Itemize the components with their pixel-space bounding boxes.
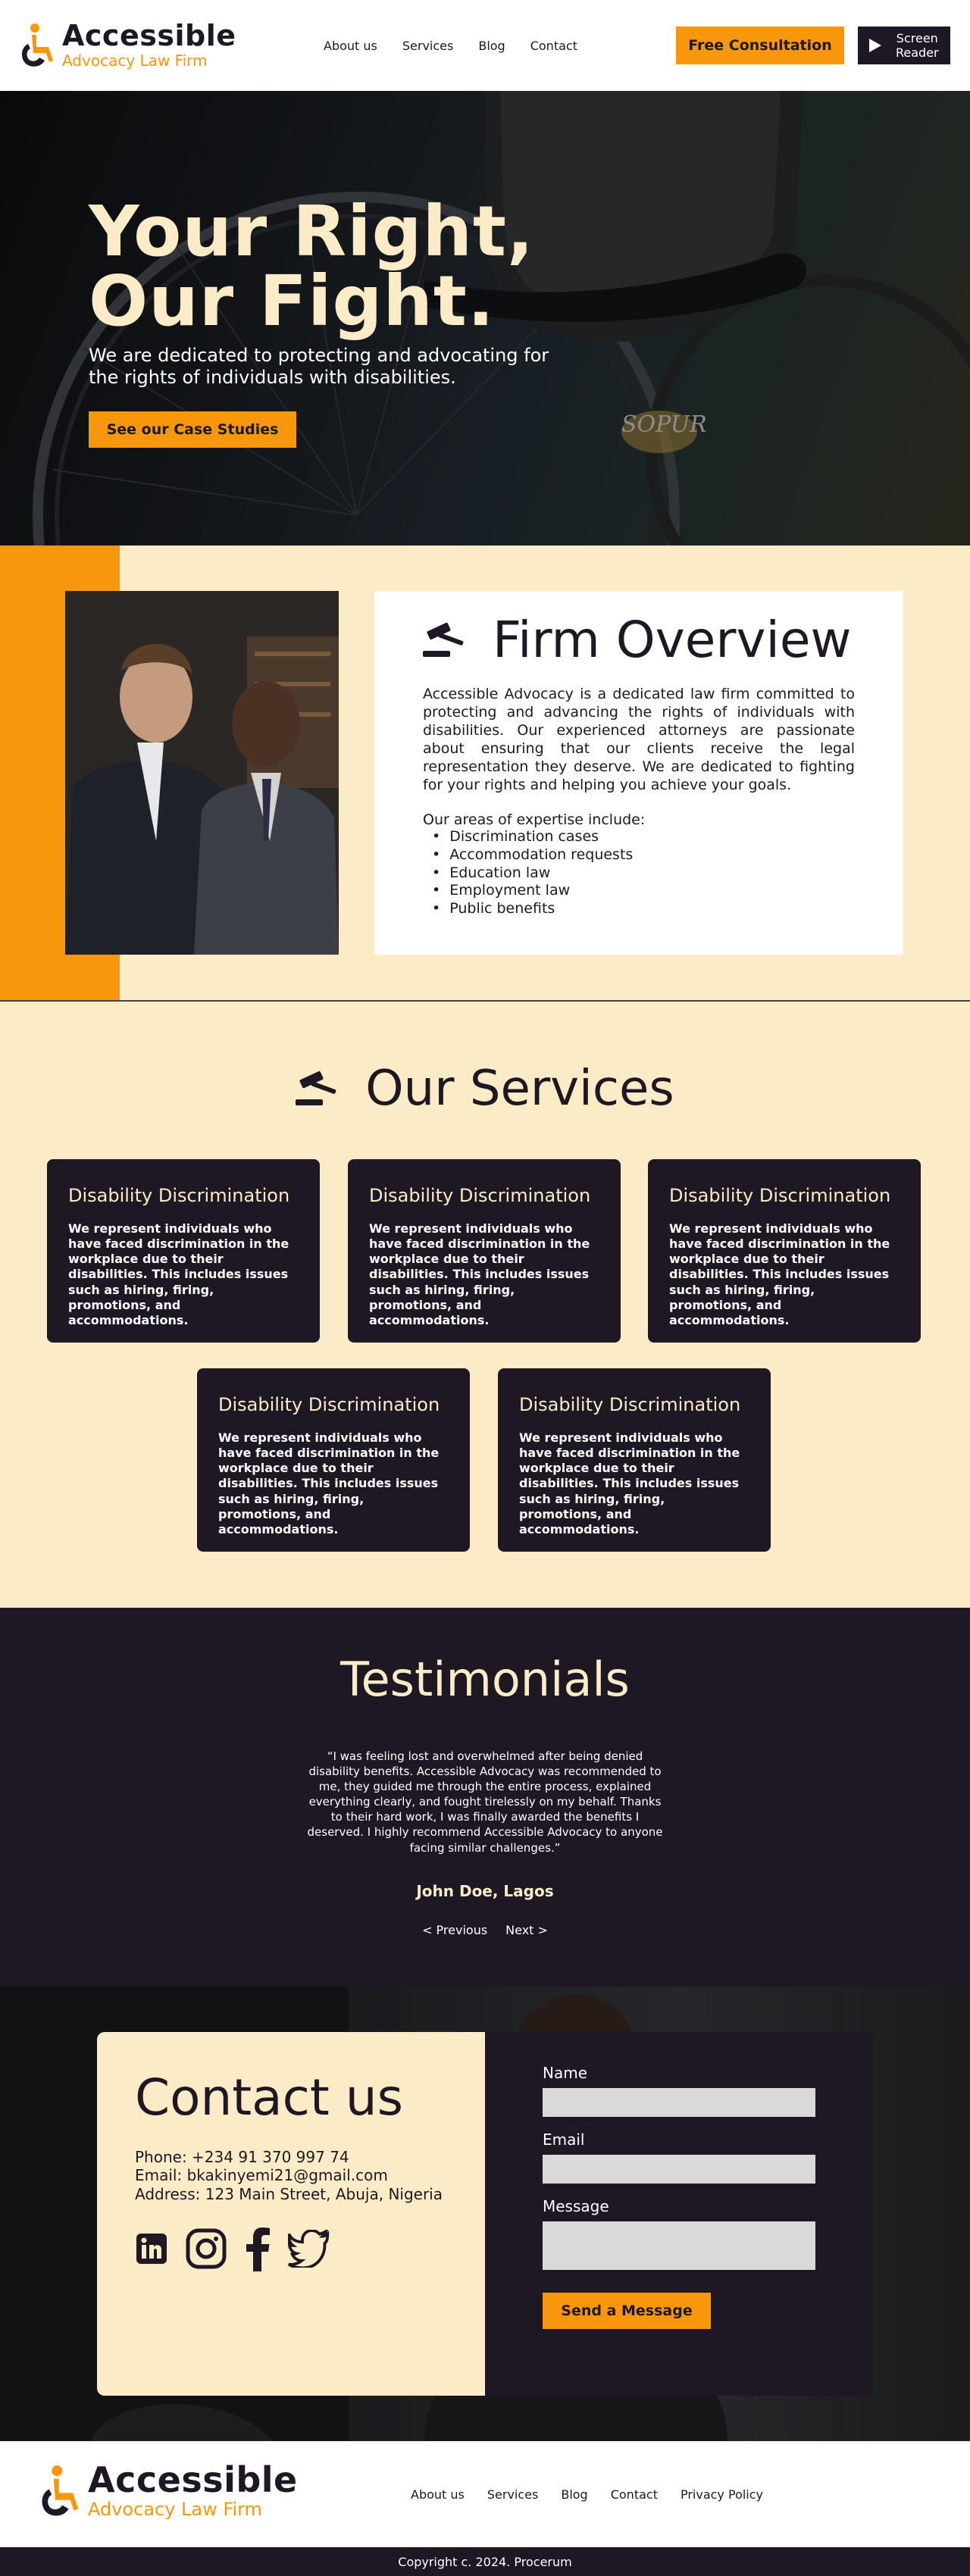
contact-form: Name Email Message Send a Message [485, 2032, 873, 2396]
hero-title: Your Right, Our Fight. [89, 197, 534, 336]
testimonials-section: Testimonials “I was feeling lost and ove… [0, 1608, 970, 1987]
site-footer: Accessible Advocacy Law Firm About us Se… [0, 2441, 970, 2547]
main-nav: About us Services Blog Contact [324, 0, 577, 91]
services-heading: Our Services [0, 1061, 970, 1117]
testimonial-author: John Doe, Lagos [416, 1882, 554, 1900]
service-card-title: Disability Discrimination [669, 1185, 891, 1206]
screen-reader-label-line2: Reader [896, 45, 939, 60]
facebook-icon[interactable] [244, 2226, 271, 2272]
copyright-bar: Copyright c. 2024. Procerum [0, 2547, 970, 2576]
service-card-title: Disability Discrimination [218, 1394, 440, 1415]
message-label: Message [543, 2197, 609, 2215]
footer-logo[interactable]: Accessible Advocacy Law Firm [39, 2462, 298, 2521]
contact-info-panel: Contact us Phone: +234 91 370 997 74 Ema… [97, 2032, 485, 2396]
name-label: Name [543, 2064, 588, 2082]
linkedin-icon[interactable] [135, 2232, 168, 2265]
logo-text: Accessible Advocacy Law Firm [62, 21, 236, 70]
footer-logo-text: Accessible Advocacy Law Firm [88, 2462, 298, 2521]
wheelchair-logo-icon [21, 23, 53, 67]
firm-overview-section: Firm Overview Accessible Advocacy is a d… [0, 546, 970, 1002]
service-card[interactable]: Disability Discrimination We represent i… [197, 1368, 470, 1552]
list-item: Education law [432, 864, 855, 883]
email-field[interactable] [543, 2155, 815, 2184]
email-label: Email [543, 2131, 585, 2149]
send-message-button[interactable]: Send a Message [543, 2293, 711, 2329]
twitter-icon[interactable] [288, 2230, 332, 2268]
contact-title: Contact us [135, 2068, 403, 2127]
logo-name: Accessible [62, 19, 236, 52]
footer-nav-services[interactable]: Services [487, 2487, 538, 2502]
logo-subtitle: Advocacy Law Firm [62, 52, 208, 70]
hero-section: SOPUR Your Right, Our Fight. We are dedi… [0, 91, 970, 546]
contact-phone: Phone: +234 91 370 997 74 [135, 2148, 349, 2166]
service-card-title: Disability Discrimination [68, 1185, 290, 1206]
service-card-text: We represent individuals who have faced … [218, 1430, 440, 1537]
service-card[interactable]: Disability Discrimination We represent i… [348, 1159, 621, 1343]
testimonials-title: Testimonials [340, 1652, 630, 1707]
service-card-title: Disability Discrimination [519, 1394, 741, 1415]
service-card[interactable]: Disability Discrimination We represent i… [648, 1159, 921, 1343]
overview-heading: Firm Overview [423, 611, 855, 669]
gavel-icon [296, 1071, 336, 1105]
site-header: Accessible Advocacy Law Firm About us Se… [0, 0, 970, 91]
overview-card: Firm Overview Accessible Advocacy is a d… [374, 591, 903, 955]
contact-address: Address: 123 Main Street, Abuja, Nigeria [135, 2184, 443, 2203]
next-button[interactable]: Next > [505, 1923, 548, 1937]
list-item: Employment law [432, 882, 855, 900]
contact-section: Contact us Phone: +234 91 370 997 74 Ema… [0, 1987, 970, 2441]
footer-nav-blog[interactable]: Blog [561, 2487, 587, 2502]
service-card[interactable]: Disability Discrimination We represent i… [47, 1159, 320, 1343]
service-card-text: We represent individuals who have faced … [369, 1221, 590, 1327]
free-consultation-button[interactable]: Free Consultation [676, 27, 844, 64]
footer-nav-privacy-policy[interactable]: Privacy Policy [681, 2487, 763, 2502]
screen-reader-button[interactable]: Screen Reader [858, 27, 950, 64]
nav-services[interactable]: Services [402, 39, 453, 53]
footer-nav: About us Services Blog Contact Privacy P… [411, 2441, 763, 2547]
hero-title-line2: Our Fight. [89, 261, 495, 342]
list-item: Discrimination cases [432, 828, 855, 846]
service-card-title: Disability Discrimination [369, 1185, 591, 1206]
gavel-icon [423, 622, 464, 657]
copyright-text: Copyright c. 2024. Procerum [398, 2554, 572, 2569]
name-field[interactable] [543, 2088, 815, 2117]
services-section: Our Services Disability Discrimination W… [0, 1002, 970, 1608]
testimonial-quote: “I was feeling lost and overwhelmed afte… [307, 1749, 663, 1855]
overview-text: Accessible Advocacy is a dedicated law f… [423, 686, 855, 793]
instagram-icon[interactable] [185, 2227, 227, 2270]
testimonial-nav: < Previous Next > [0, 1923, 970, 1937]
hero-subtitle: We are dedicated to protecting and advoc… [89, 345, 549, 388]
social-links [135, 2226, 447, 2272]
footer-nav-contact[interactable]: Contact [611, 2487, 658, 2502]
screen-reader-label: Screen Reader [896, 31, 939, 60]
case-studies-button[interactable]: See our Case Studies [89, 411, 296, 448]
service-card-text: We represent individuals who have faced … [519, 1430, 740, 1537]
list-item: Public benefits [432, 900, 855, 918]
overview-title: Firm Overview [493, 611, 852, 669]
contact-email: Email: bkakinyemi21@gmail.com [135, 2166, 388, 2185]
lawyers-image [65, 591, 339, 955]
footer-logo-subtitle: Advocacy Law Firm [88, 2499, 262, 2520]
service-card-text: We represent individuals who have faced … [669, 1221, 890, 1327]
hero-title-line1: Your Right, [89, 191, 534, 272]
previous-button[interactable]: < Previous [422, 1923, 487, 1937]
nav-about-us[interactable]: About us [324, 39, 377, 53]
play-icon [869, 39, 881, 52]
footer-logo-name: Accessible [88, 2459, 298, 2500]
expertise-intro: Our areas of expertise include: [423, 811, 646, 828]
footer-nav-about-us[interactable]: About us [411, 2487, 465, 2502]
message-field[interactable] [543, 2221, 815, 2270]
screen-reader-label-line1: Screen [896, 30, 938, 45]
expertise-list: Discrimination cases Accommodation reque… [423, 828, 855, 919]
service-card-text: We represent individuals who have faced … [68, 1221, 289, 1327]
list-item: Accommodation requests [432, 846, 855, 864]
service-card[interactable]: Disability Discrimination We represent i… [498, 1368, 771, 1552]
nav-contact[interactable]: Contact [530, 39, 577, 53]
lawyers-photo [65, 591, 339, 955]
logo[interactable]: Accessible Advocacy Law Firm [20, 21, 236, 70]
services-title: Our Services [365, 1061, 674, 1117]
contact-details: Phone: +234 91 370 997 74 Email: bkakiny… [135, 2148, 447, 2203]
wheelchair-logo-icon [42, 2465, 79, 2516]
nav-blog[interactable]: Blog [478, 39, 505, 53]
